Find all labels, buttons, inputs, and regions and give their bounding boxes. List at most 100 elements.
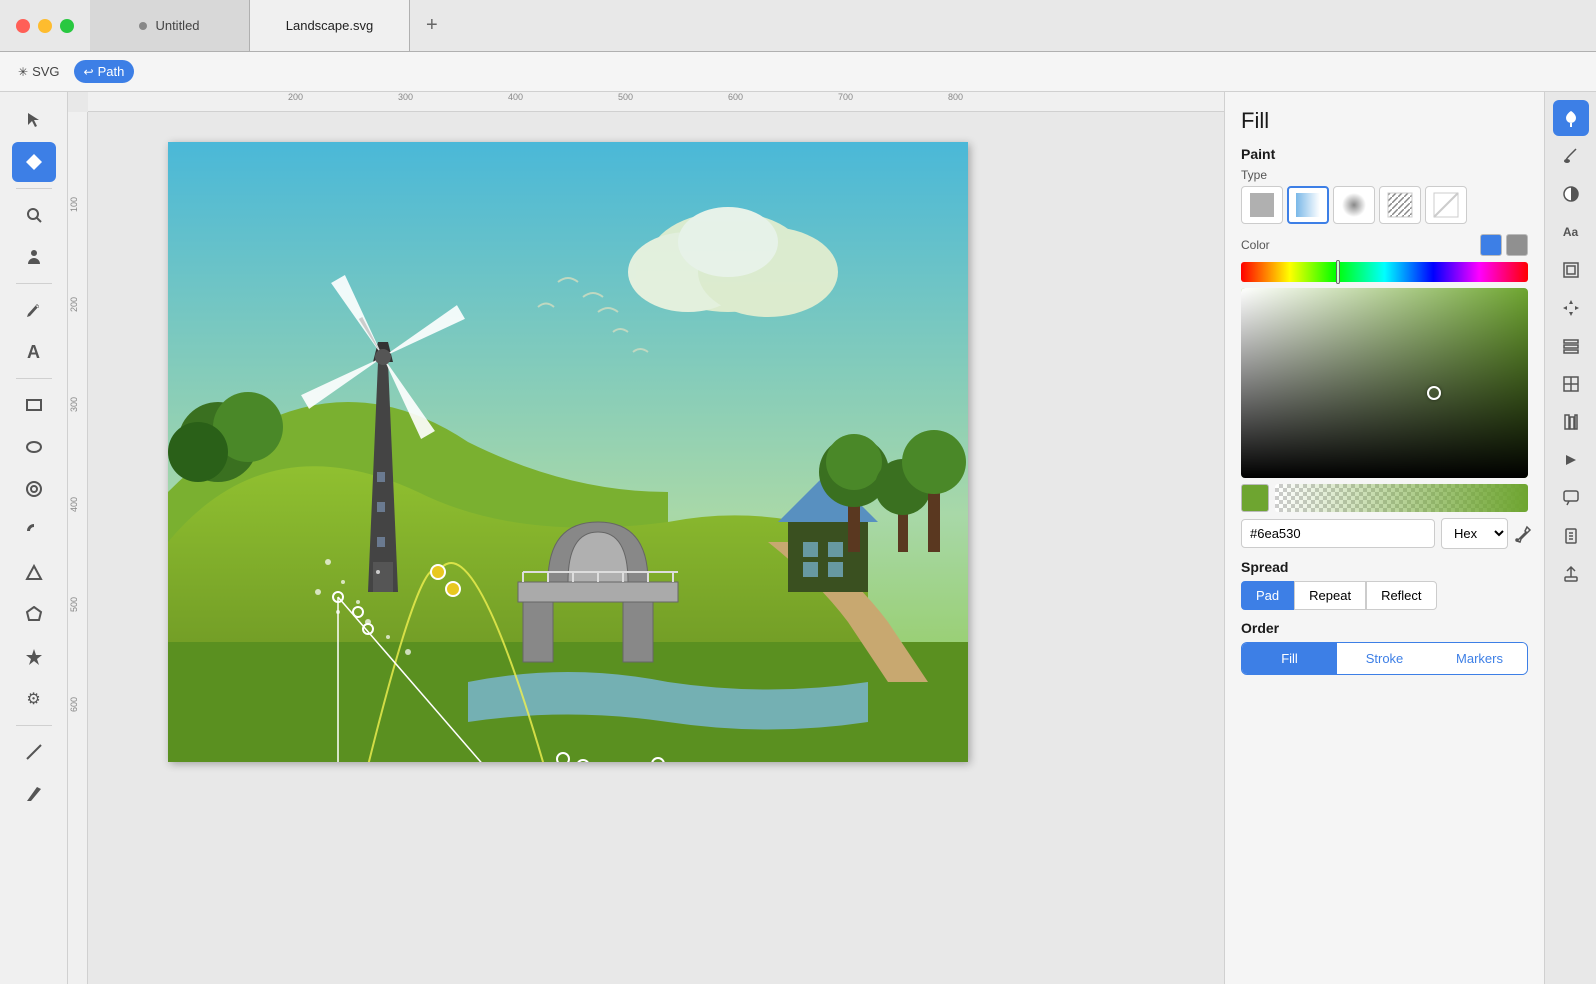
color-picker[interactable] [1241, 288, 1528, 478]
type-radial-btn[interactable] [1333, 186, 1375, 224]
right-tool-table[interactable] [1553, 366, 1589, 402]
tool-donut[interactable] [12, 469, 56, 509]
paint-section: Paint Type [1241, 146, 1528, 675]
tool-pen[interactable] [12, 774, 56, 814]
tab-untitled[interactable]: Untitled [90, 0, 250, 51]
paint-label: Paint [1241, 146, 1528, 162]
toolbar-separator-4 [16, 725, 52, 726]
right-tool-frame[interactable] [1553, 252, 1589, 288]
spread-section: Spread Pad Repeat Reflect [1241, 559, 1528, 610]
spread-buttons: Pad Repeat Reflect [1241, 581, 1528, 610]
tool-node[interactable] [12, 142, 56, 182]
ruler-vertical: 100 200 300 400 500 600 [68, 112, 88, 984]
right-tool-chat[interactable] [1553, 480, 1589, 516]
tool-zoom[interactable] [12, 195, 56, 235]
paint-type-row [1241, 186, 1528, 224]
right-tool-measure[interactable] [1553, 442, 1589, 478]
right-tool-pages[interactable] [1553, 518, 1589, 554]
toolbar-separator-2 [16, 283, 52, 284]
breadcrumb-path[interactable]: ↩ Path [74, 60, 135, 83]
tool-line[interactable] [12, 732, 56, 772]
color-swatch-blue[interactable] [1480, 234, 1502, 256]
path-icon: ↩ [84, 65, 94, 79]
breadcrumb-path-label: Path [98, 64, 125, 79]
color-label: Color [1241, 238, 1270, 252]
svg-canvas[interactable] [168, 142, 968, 762]
hex-type-select[interactable]: Hex RGB HSL [1441, 518, 1508, 549]
order-tab-fill[interactable]: Fill [1242, 643, 1337, 674]
tool-gear[interactable]: ⚙ [12, 679, 56, 719]
order-label: Order [1241, 620, 1528, 636]
spread-reflect-btn[interactable]: Reflect [1366, 581, 1436, 610]
tool-rect[interactable] [12, 385, 56, 425]
spread-pad-btn[interactable]: Pad [1241, 581, 1294, 610]
alpha-swatch [1241, 484, 1269, 512]
traffic-lights [0, 19, 90, 33]
titlebar: Untitled Landscape.svg + [0, 0, 1596, 52]
breadcrumb-svg-label: SVG [32, 64, 59, 79]
order-section: Order Fill Stroke Markers [1241, 620, 1528, 675]
right-panel: Fill Paint Type [1224, 92, 1544, 984]
tool-triangle[interactable] [12, 553, 56, 593]
hue-bar[interactable] [1241, 262, 1528, 282]
toolbar-separator-1 [16, 188, 52, 189]
asterisk-icon: ✳ [18, 65, 28, 79]
right-icon-toolbar: Aa [1544, 92, 1596, 984]
right-tool-contrast[interactable] [1553, 176, 1589, 212]
type-label: Type [1241, 168, 1528, 182]
type-linear-btn[interactable] [1287, 186, 1329, 224]
color-swatch-gray[interactable] [1506, 234, 1528, 256]
alpha-row [1241, 484, 1528, 512]
add-tab-button[interactable]: + [410, 0, 454, 51]
panel-title: Fill [1241, 108, 1528, 134]
canvas-area[interactable]: 200 300 400 500 600 700 800 100 200 300 … [68, 92, 1224, 984]
tool-circle[interactable] [12, 427, 56, 467]
eyedropper-button[interactable] [1514, 519, 1532, 549]
hue-bar-container[interactable] [1241, 262, 1528, 282]
tab-label: Untitled [155, 18, 199, 33]
tool-arc[interactable] [12, 511, 56, 551]
tab-label: Landscape.svg [286, 18, 373, 33]
main-area: A ⚙ [0, 92, 1596, 984]
tool-person[interactable] [12, 237, 56, 277]
tool-text[interactable]: A [12, 332, 56, 372]
toolbar-separator-3 [16, 378, 52, 379]
hue-cursor [1336, 260, 1340, 284]
breadcrumb-bar: ✳ SVG ↩ Path [0, 52, 1596, 92]
tab-dot [139, 22, 147, 30]
order-tab-stroke[interactable]: Stroke [1337, 643, 1432, 674]
maximize-button[interactable] [60, 19, 74, 33]
close-button[interactable] [16, 19, 30, 33]
minimize-button[interactable] [38, 19, 52, 33]
left-toolbar: A ⚙ [0, 92, 68, 984]
right-tool-brush[interactable] [1553, 138, 1589, 174]
spread-repeat-btn[interactable]: Repeat [1294, 581, 1366, 610]
tab-landscape[interactable]: Landscape.svg [250, 0, 410, 51]
tool-select[interactable] [12, 100, 56, 140]
color-swatches [1480, 234, 1528, 256]
order-tabs: Fill Stroke Markers [1241, 642, 1528, 675]
right-tool-layers[interactable] [1553, 328, 1589, 364]
ruler-horizontal: 200 300 400 500 600 700 800 [88, 92, 1224, 112]
canvas-document[interactable] [168, 142, 968, 762]
breadcrumb-svg[interactable]: ✳ SVG [8, 60, 70, 83]
type-none-btn[interactable] [1425, 186, 1467, 224]
tool-pentagon[interactable] [12, 595, 56, 635]
order-tab-markers[interactable]: Markers [1432, 643, 1527, 674]
type-pattern-btn[interactable] [1379, 186, 1421, 224]
spread-label: Spread [1241, 559, 1528, 575]
right-tool-export[interactable] [1553, 556, 1589, 592]
alpha-bar[interactable] [1275, 484, 1528, 512]
tool-star[interactable] [12, 637, 56, 677]
text-tool-icon: A [27, 342, 40, 363]
right-tool-font[interactable]: Aa [1553, 214, 1589, 250]
tool-pencil[interactable] [12, 290, 56, 330]
hex-input[interactable] [1241, 519, 1435, 548]
right-tool-library[interactable] [1553, 404, 1589, 440]
type-flat-btn[interactable] [1241, 186, 1283, 224]
tabs-bar: Untitled Landscape.svg + [90, 0, 1596, 51]
right-tool-move[interactable] [1553, 290, 1589, 326]
right-tool-pin[interactable] [1553, 100, 1589, 136]
color-header: Color [1241, 234, 1528, 256]
hex-input-row: Hex RGB HSL [1241, 518, 1528, 549]
